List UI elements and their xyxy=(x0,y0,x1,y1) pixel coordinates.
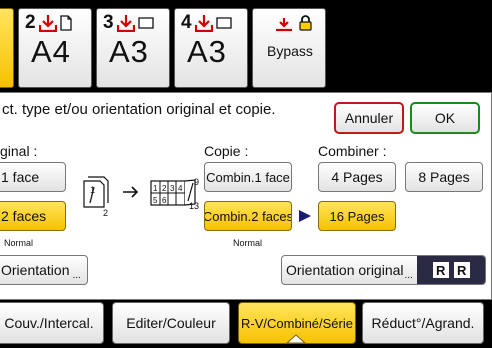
orientation-left-label: Orientation xyxy=(1,262,70,278)
paper-tray-icon xyxy=(116,14,135,32)
paper-tray-icon xyxy=(194,14,213,32)
arrow-right-icon xyxy=(123,186,139,198)
svg-text:R: R xyxy=(436,263,446,278)
svg-text:1: 1 xyxy=(90,185,95,195)
more-options-icon: ... xyxy=(72,269,81,281)
original-normal-label: Normal xyxy=(4,238,34,248)
paper-landscape-icon xyxy=(137,16,154,29)
original-1-face-label: 1 face xyxy=(1,169,40,185)
copy-combine-2-faces-label: Combin.2 faces xyxy=(204,208,292,224)
tray-3-button[interactable]: 3 A3 xyxy=(96,8,170,88)
cancel-button[interactable]: Annuler xyxy=(334,102,404,134)
tab-duplex-combine-series-label: R-V/Combiné/Série xyxy=(241,315,353,331)
bypass-tray-button[interactable]: Bypass xyxy=(252,8,326,88)
svg-text:2: 2 xyxy=(162,184,167,193)
svg-text:6: 6 xyxy=(162,196,167,205)
tray-4-paper-size: A3 xyxy=(187,34,227,69)
more-options-icon: ... xyxy=(404,269,413,281)
tray-3-number: 3 xyxy=(103,12,114,33)
tray-4-button[interactable]: 4 A3 xyxy=(174,8,248,88)
copy-normal-label: Normal xyxy=(233,238,263,248)
ok-label: OK xyxy=(434,110,456,126)
original-document-icon: 1 xyxy=(83,176,109,208)
tray-3-paper-size: A3 xyxy=(109,34,149,69)
bypass-tray-icon xyxy=(276,18,292,32)
combine-16-pages-button[interactable]: 16 Pages xyxy=(318,201,396,231)
svg-text:1: 1 xyxy=(153,184,158,193)
original-header: ginal : xyxy=(0,143,38,159)
orientation-original-button[interactable]: Orientation original ... R R xyxy=(281,255,486,285)
combine-header: Combiner : xyxy=(318,143,387,159)
tab-edit-color[interactable]: Editer/Couleur xyxy=(112,302,230,344)
diagram-label-back-page: 2 xyxy=(103,208,109,218)
paper-icon xyxy=(59,14,72,31)
tab-cover-interleave-label: Couv./Intercal. xyxy=(4,315,94,331)
duplex-combine-panel: ct. type et/ou orientation original et c… xyxy=(0,92,492,300)
tab-cover-interleave[interactable]: Couv./Intercal. xyxy=(0,302,104,344)
diagram-label-13: 13 xyxy=(189,201,200,211)
tray-4-number: 4 xyxy=(181,12,192,33)
copy-combine-1-face-button[interactable]: Combin.1 face xyxy=(204,162,292,192)
cancel-label: Annuler xyxy=(344,110,394,126)
copy-header: Copie : xyxy=(204,143,249,159)
tab-edit-color-label: Editer/Couleur xyxy=(126,315,216,331)
ok-button[interactable]: OK xyxy=(410,102,480,134)
combine-8-pages-label: 8 Pages xyxy=(418,169,470,185)
original-orientation-button[interactable]: Orientation ... xyxy=(0,255,88,285)
combine-16-pages-label: 16 Pages xyxy=(329,208,385,224)
tray-2-paper-size: A4 xyxy=(31,34,71,69)
tab-reduce-enlarge-label: Réduct°/Agrand. xyxy=(371,315,475,331)
tray-2-number: 2 xyxy=(25,12,36,33)
paper-tray-icon xyxy=(38,14,57,32)
copy-combine-1-face-label: Combin.1 face xyxy=(206,169,290,185)
reversed-orientation-icon: R xyxy=(453,262,470,278)
tab-reduce-enlarge[interactable]: Réduct°/Agrand. xyxy=(362,302,484,344)
svg-text:R: R xyxy=(457,263,467,278)
copy-combine-2-faces-button[interactable]: Combin.2 faces xyxy=(204,201,292,231)
bypass-label: Bypass xyxy=(267,43,313,59)
tray-1-partial[interactable] xyxy=(0,8,14,88)
combine-4-pages-button[interactable]: 4 Pages xyxy=(318,162,396,192)
svg-text:4: 4 xyxy=(178,184,183,193)
tray-2-button[interactable]: 2 A4 xyxy=(18,8,92,88)
orientation-indicator-icon: R R xyxy=(417,256,485,284)
readable-orientation-icon: R xyxy=(432,262,449,278)
svg-text:5: 5 xyxy=(153,196,158,205)
combine-8-pages-button[interactable]: 8 Pages xyxy=(405,162,483,192)
combine-4-pages-label: 4 Pages xyxy=(331,169,383,185)
diagram-label-9: 9 xyxy=(194,177,200,187)
lock-icon xyxy=(299,15,312,31)
original-1-face-button[interactable]: 1 face xyxy=(0,162,66,192)
original-2-faces-label: 2 faces xyxy=(1,208,47,224)
active-tab-indicator-icon xyxy=(286,334,306,344)
svg-text:3: 3 xyxy=(170,184,175,193)
orientation-original-label: Orientation original xyxy=(286,262,404,278)
selection-pointer-icon xyxy=(299,210,311,222)
original-2-faces-button[interactable]: 2 faces xyxy=(0,201,66,231)
instruction-text: ct. type et/ou orientation original et c… xyxy=(2,101,276,118)
paper-landscape-icon xyxy=(215,16,232,29)
